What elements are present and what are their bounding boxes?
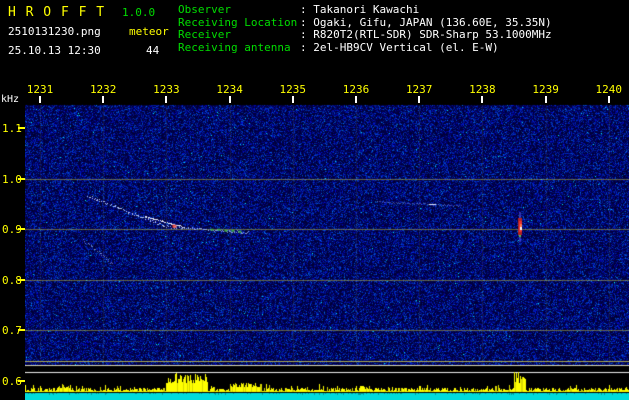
x-tick-label: 1240: [595, 83, 623, 96]
y-tick-mark: [18, 178, 25, 180]
hrofft-output-image: H R O F F T 1.0.0 2510131230.png meteor …: [0, 0, 629, 400]
x-tick-mark: [102, 96, 105, 103]
x-tick-mark: [291, 96, 294, 103]
y-tick-mark: [18, 228, 25, 230]
x-tick-mark: [418, 96, 421, 103]
y-tick-mark: [18, 127, 25, 129]
x-tick-label: 1231: [26, 83, 54, 96]
x-tick-label: 1234: [216, 83, 243, 96]
x-tick-mark: [39, 96, 41, 103]
x-tick-label: 1233: [153, 83, 180, 96]
x-tick-mark: [481, 96, 484, 103]
y-tick-mark: [18, 279, 25, 281]
x-tick-label: 1239: [532, 83, 559, 96]
x-tick-label: 1236: [342, 83, 370, 96]
x-tick-mark: [165, 96, 168, 103]
x-tick-label: 1232: [89, 83, 117, 96]
y-axis-unit: kHz: [1, 94, 20, 105]
axes: kHz 1231 1232 1233 1234 1235 1236 1237 1238 1239…: [0, 0, 629, 400]
x-tick-label: 1235: [279, 83, 307, 96]
y-tick-mark: [18, 329, 25, 331]
x-tick-label: 1237: [405, 83, 433, 96]
x-tick-label: 1238: [469, 83, 496, 96]
x-tick-mark: [544, 96, 547, 103]
x-tick-mark: [228, 96, 231, 103]
x-tick-mark: [355, 96, 357, 103]
x-tick-mark: [607, 96, 610, 103]
y-tick-mark: [18, 380, 25, 382]
